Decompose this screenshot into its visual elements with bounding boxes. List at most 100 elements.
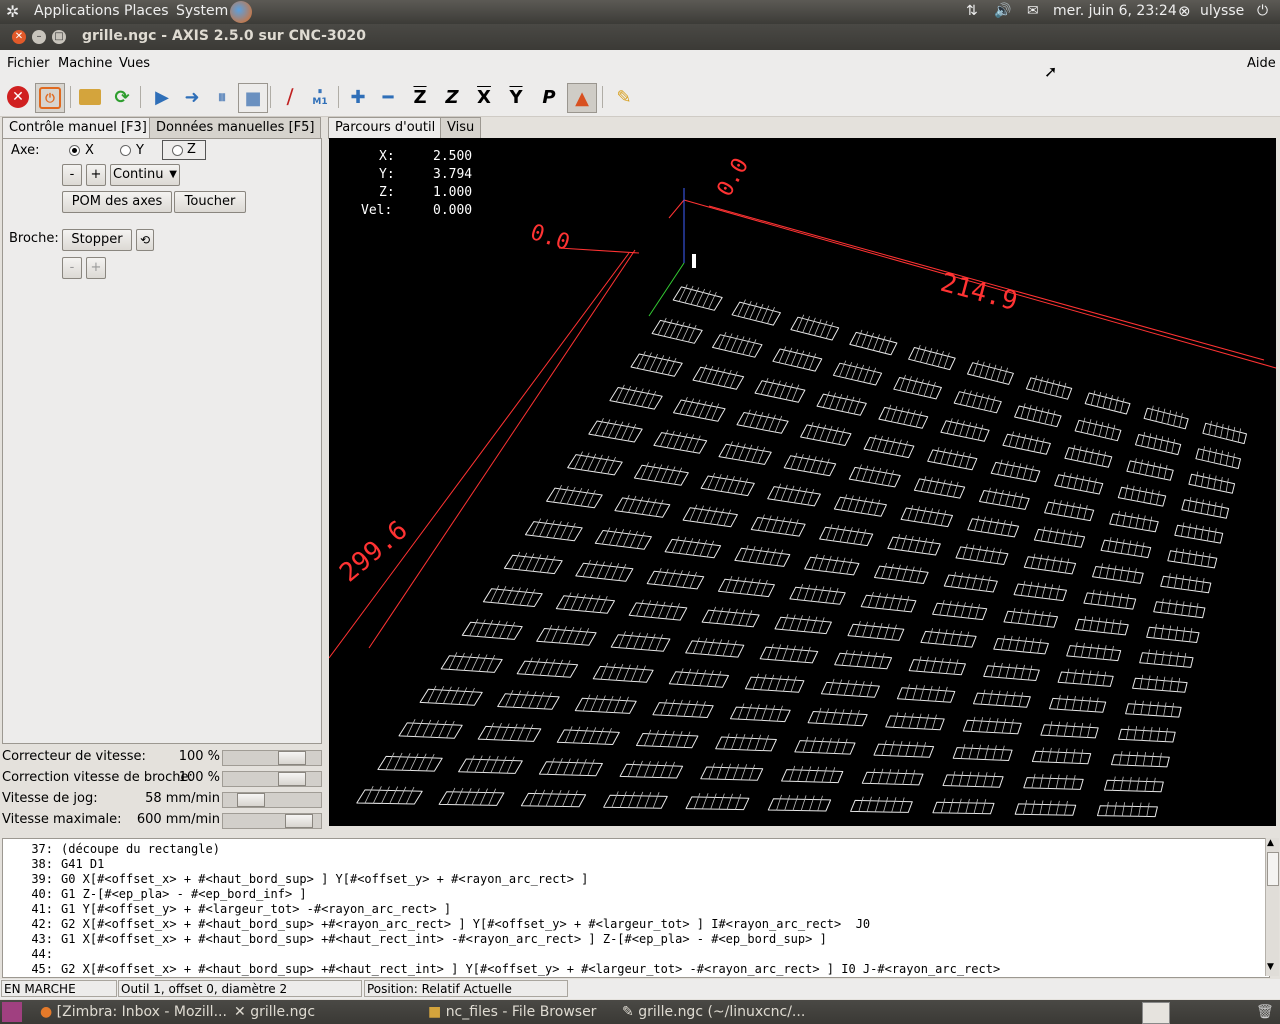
tab-visu[interactable]: Visu [440, 117, 482, 138]
tab-mdi[interactable]: Données manuelles [F5] [149, 117, 322, 138]
view-z-icon[interactable]: Z [406, 83, 434, 111]
view-x-icon[interactable]: X [470, 83, 498, 111]
menu-vues[interactable]: Vues [119, 56, 150, 71]
step-icon[interactable]: ➜ [178, 83, 206, 111]
reload-icon[interactable]: ⟳ [108, 83, 136, 111]
jog-plus-button[interactable]: + [86, 164, 106, 186]
code-line[interactable]: 42: G2 X[#<offset_x> + #<haut_bord_sup> +… [3, 917, 870, 932]
tab-manual-control[interactable]: Contrôle manuel [F3] [2, 117, 154, 139]
stop-icon[interactable]: ■ [238, 83, 268, 113]
view-z2-icon[interactable]: Z [438, 83, 466, 111]
mail-icon[interactable]: ✉ [1027, 3, 1039, 19]
ubuntu-logo-icon[interactable]: ✲ [6, 2, 19, 21]
close-window-icon[interactable]: ✕ [12, 30, 26, 44]
open-file-icon[interactable] [76, 83, 104, 111]
editor-scrollbar[interactable]: ▲ ▼ [1265, 838, 1279, 976]
code-line[interactable]: 44: [3, 947, 61, 962]
scroll-down-icon[interactable]: ▼ [1267, 962, 1274, 972]
window-titlebar[interactable]: ✕ – □ grille.ngc - AXIS 2.5.0 sur CNC-30… [0, 24, 1280, 50]
slider-track[interactable] [222, 771, 322, 787]
slider-thumb[interactable] [285, 814, 313, 828]
toolpath-hatch [846, 709, 853, 726]
touch-off-button[interactable]: Toucher [174, 191, 246, 213]
user-icon[interactable]: ⊗ [1178, 2, 1191, 20]
power-icon[interactable]: ⏻ [1257, 3, 1268, 19]
code-line[interactable]: 38: G41 D1 [3, 857, 104, 872]
toolpath-viewport[interactable]: 214.9 299.6 0.0 0.0 X: 2.500 Y: 3.794 Z:… [329, 138, 1276, 826]
slider-thumb[interactable] [278, 772, 306, 786]
toolpath-hatch [520, 690, 529, 708]
code-line[interactable]: 43: G1 X[#<offset_x> + #<haut_bord_sup> +… [3, 932, 827, 947]
show-desktop-icon[interactable] [2, 1002, 22, 1022]
machine-power-icon[interactable]: ⏻ [35, 83, 65, 113]
zoom-out-icon[interactable]: ━ [374, 83, 402, 111]
slider-track[interactable] [222, 792, 322, 808]
system-menu[interactable]: System [176, 3, 228, 19]
toolpath-hatch [904, 684, 910, 700]
menu-aide[interactable]: Aide [1247, 56, 1276, 71]
spindle-reverse-icon[interactable]: ⟲ [136, 229, 154, 251]
minimize-window-icon[interactable]: – [32, 30, 46, 44]
home-axes-button[interactable]: POM des axes [62, 191, 172, 213]
taskbar-item-zimbra[interactable]: ● [Zimbra: Inbox - Mozill... [40, 1002, 227, 1022]
view-y-icon[interactable]: Y [502, 83, 530, 111]
menu-fichier[interactable]: Fichier [7, 56, 50, 71]
run-icon[interactable]: ▶ [148, 83, 176, 111]
tab-toolpath[interactable]: Parcours d'outil [328, 117, 443, 139]
toolpath-hatch [1134, 751, 1139, 766]
toolpath-hatch [555, 758, 563, 775]
view-perspective-icon[interactable]: P [535, 83, 563, 111]
estop-icon[interactable]: ✕ [4, 83, 32, 111]
toolpath-canvas[interactable]: 214.9 299.6 0.0 0.0 X: 2.500 Y: 3.794 Z:… [329, 138, 1276, 826]
block-delete-icon[interactable]: ⧸ [276, 83, 304, 111]
spindle-plus-button[interactable]: + [86, 257, 106, 279]
toolpath-hatch [946, 418, 953, 434]
slider-thumb[interactable] [237, 793, 265, 807]
pause-icon[interactable]: ⏸ [208, 83, 236, 111]
axis-y-radio[interactable] [120, 145, 131, 156]
user-menu[interactable]: ulysse [1200, 3, 1244, 19]
code-line[interactable]: 45: G2 X[#<offset_x> + #<haut_bord_sup> +… [3, 962, 1000, 977]
toolpath-hatch [1119, 751, 1123, 766]
code-line[interactable]: 40: G1 Z-[#<ep_pla> - #<ep_bord_inf> ] [3, 887, 306, 902]
workspace-switcher[interactable] [1142, 1002, 1170, 1024]
places-menu[interactable]: Places [124, 3, 169, 19]
zoom-in-icon[interactable]: ✚ [344, 83, 372, 111]
slider-thumb[interactable] [278, 751, 306, 765]
maximize-window-icon[interactable]: □ [52, 30, 66, 44]
volume-icon[interactable]: 🔊 [994, 3, 1011, 19]
toolpath-hatch [1161, 408, 1166, 423]
gcode-editor[interactable]: 37: (découpe du rectangle) 38: G41 D1 39: G0 … [2, 838, 1270, 978]
clock[interactable]: mer. juin 6, 23:24 [1053, 3, 1177, 19]
toggle-tool-icon[interactable]: ▲ [567, 83, 597, 113]
taskbar-item-filebrowser[interactable]: ■ nc_files - File Browser [428, 1002, 596, 1022]
toolpath-hatch [629, 530, 638, 548]
toolpath-hatch [478, 654, 488, 672]
spindle-stop-button[interactable]: Stopper [62, 229, 132, 251]
menu-machine[interactable]: Machine [58, 56, 112, 71]
optional-stop-icon[interactable]: ⏸ M1 [306, 83, 334, 111]
clear-plot-icon[interactable]: ✎ [610, 83, 638, 111]
spindle-minus-button[interactable]: - [62, 257, 82, 279]
toolpath-hatch [1064, 800, 1068, 816]
axis-z-focus[interactable]: Z [162, 140, 206, 160]
scroll-up-icon[interactable]: ▲ [1267, 838, 1274, 848]
axis-z-radio[interactable] [172, 145, 183, 156]
taskbar-item-axis[interactable]: ✕ grille.ngc [234, 1002, 315, 1022]
toolpath-hatch [956, 630, 962, 646]
slider-track[interactable] [222, 813, 322, 829]
toolpath-hatch [1232, 426, 1236, 441]
taskbar-item-editor[interactable]: ✎ grille.ngc (~/linuxcnc/... [622, 1002, 805, 1022]
jog-minus-button[interactable]: - [62, 164, 82, 186]
trash-icon[interactable]: 🗑 [1256, 1002, 1274, 1022]
slider-track[interactable] [222, 750, 322, 766]
code-line[interactable]: 39: G0 X[#<offset_x> + #<haut_bord_sup> ]… [3, 872, 588, 887]
network-icon[interactable]: ⇅ [966, 3, 978, 19]
code-line[interactable]: 37: (découpe du rectangle) [3, 842, 220, 857]
firefox-icon[interactable] [230, 1, 252, 23]
scroll-thumb[interactable] [1267, 852, 1279, 886]
axis-x-radio[interactable] [69, 145, 80, 156]
applications-menu[interactable]: Applications [34, 3, 120, 19]
code-line[interactable]: 41: G1 Y[#<offset_y> + #<largeur_tot> -#<… [3, 902, 451, 917]
jog-mode-select[interactable]: Continu ▼ [110, 164, 180, 186]
